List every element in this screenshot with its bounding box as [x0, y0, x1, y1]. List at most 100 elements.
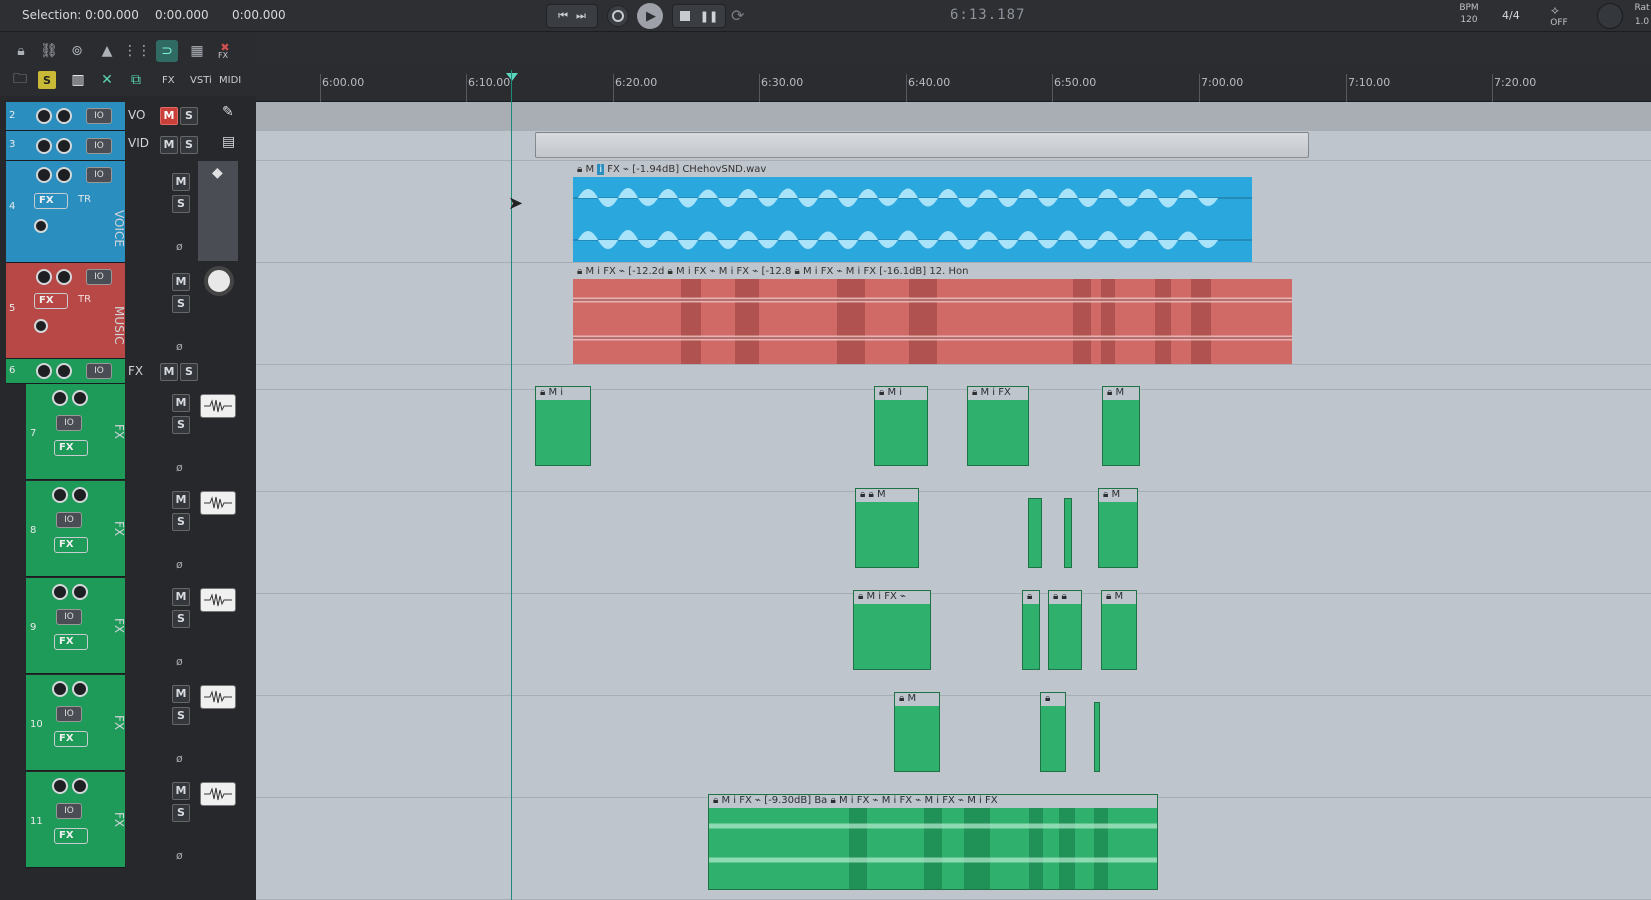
io-button[interactable]: IO [56, 803, 82, 819]
io-button[interactable]: IO [86, 138, 112, 154]
mute-button[interactable]: M [172, 491, 190, 509]
track-10[interactable]: 10 IO FX [26, 675, 125, 771]
solo-button[interactable]: S [180, 363, 198, 381]
fx9-clip[interactable]: 🔒︎ [1022, 590, 1040, 670]
volume-knob[interactable] [56, 363, 72, 379]
link-icon[interactable]: ⛓︎ [38, 40, 60, 62]
mute-button[interactable]: M [172, 782, 190, 800]
fx8-clip[interactable] [1064, 498, 1072, 568]
snap-icon[interactable]: ⊃ [156, 40, 178, 62]
fx7-clip[interactable]: 🔒︎ M i [535, 386, 591, 466]
pan-knob[interactable] [34, 219, 48, 233]
clapper-icon[interactable]: ▤ [222, 134, 235, 150]
play-button[interactable]: ▶ [637, 3, 663, 29]
voice-clip[interactable]: 🔒︎ M i FX ⌁ [-1.94dB] CHehovSND.wav [573, 164, 1252, 262]
mute-button[interactable]: M [172, 173, 190, 191]
track-name[interactable]: MUSIC [112, 306, 126, 345]
speaker-icon[interactable] [204, 266, 234, 296]
fx9-clip[interactable]: 🔒︎ 🔒︎ [1048, 590, 1082, 670]
solo-button[interactable]: S [172, 610, 190, 628]
record-button[interactable] [607, 5, 629, 27]
phase-button[interactable]: ø [176, 340, 183, 353]
fx8-clip[interactable]: 🔒︎ 🔒︎ M [855, 488, 919, 568]
volume-knob[interactable] [72, 681, 88, 697]
fx-button[interactable]: FX [34, 293, 68, 309]
track-name[interactable]: VID [128, 136, 149, 150]
phase-button[interactable]: ø [176, 558, 183, 571]
record-arm-knob[interactable] [52, 487, 68, 503]
record-arm-knob[interactable] [36, 167, 52, 183]
mute-button[interactable]: M [172, 588, 190, 606]
track-4[interactable]: 4 IO FX TR [6, 161, 125, 263]
master-volume-knob[interactable] [1597, 3, 1623, 29]
grid-icon[interactable]: ⋮⋮ [123, 40, 151, 62]
solo-button[interactable]: S [172, 295, 190, 313]
waveform-icon[interactable] [200, 491, 236, 515]
mute-button[interactable]: M [160, 107, 178, 125]
record-arm-knob[interactable] [52, 778, 68, 794]
fx-button[interactable]: FX [54, 537, 88, 553]
pan-knob[interactable] [34, 319, 48, 333]
skip-to-start-icon[interactable]: ⏮ [558, 9, 568, 23]
repeat-icon[interactable]: ⟳ [731, 6, 744, 25]
io-button[interactable]: IO [86, 108, 112, 124]
track-name[interactable]: VOICE [112, 210, 126, 247]
volume-knob[interactable] [56, 138, 72, 154]
track-name[interactable]: FX [112, 618, 126, 633]
record-arm-knob[interactable] [52, 584, 68, 600]
io-button[interactable]: IO [56, 706, 82, 722]
track-2[interactable]: 2 IO [6, 102, 125, 131]
io-button[interactable]: IO [86, 167, 112, 183]
io-button[interactable]: IO [86, 363, 112, 379]
mixer-icon[interactable]: ▥ [67, 69, 89, 91]
time-signature[interactable]: 4/4 [1502, 9, 1520, 22]
record-mode-panel[interactable]: ◆ [198, 161, 238, 261]
playhead-marker[interactable] [506, 73, 518, 81]
fx-button[interactable]: FX [54, 828, 88, 844]
fx-browser-label[interactable]: FX [162, 75, 175, 86]
metronome-icon[interactable]: ▲ [96, 40, 118, 62]
waveform-icon[interactable] [200, 588, 236, 612]
fx10-clip[interactable] [1094, 702, 1100, 772]
track-7[interactable]: 7 IO FX [26, 384, 125, 480]
track-name[interactable]: FX [112, 424, 126, 439]
volume-knob[interactable] [56, 269, 72, 285]
trim-label[interactable]: TR [78, 194, 91, 205]
track-name[interactable]: FX [112, 812, 126, 827]
waveform-icon[interactable] [200, 685, 236, 709]
track-5[interactable]: 5 IO FX TR [6, 263, 125, 359]
track-3[interactable]: 3 IO [6, 131, 125, 161]
waveform-icon[interactable] [200, 782, 236, 806]
waveform-icon[interactable] [200, 394, 236, 418]
folder-icon[interactable]: 🗀 [9, 69, 31, 91]
volume-knob[interactable] [72, 487, 88, 503]
track-name[interactable]: FX [128, 364, 143, 378]
track-8[interactable]: 8 IO FX [26, 481, 125, 577]
volume-knob[interactable] [72, 778, 88, 794]
arrange-view[interactable]: 🔒︎ M i FX ⌁ [-1.94dB] CHehovSND.wav 🔒︎ M… [256, 102, 1651, 900]
record-arm-knob[interactable] [36, 138, 52, 154]
solo-button[interactable]: S [172, 195, 190, 213]
solo-toggle[interactable]: S [38, 71, 56, 89]
record-arm-icon[interactable]: ⊚ [66, 40, 88, 62]
music-clip-group[interactable]: 🔒︎ M i FX ⌁ [-12.2d 🔒︎ M i FX ⌁ M i FX ⌁… [573, 266, 1292, 364]
vsti-label[interactable]: VSTi [190, 75, 212, 86]
io-button[interactable]: IO [56, 609, 82, 625]
solo-button[interactable]: S [180, 136, 198, 154]
io-button[interactable]: IO [56, 415, 82, 431]
fx10-clip[interactable]: 🔒︎ M [894, 692, 940, 772]
record-arm-knob[interactable] [36, 363, 52, 379]
fx9-clip[interactable]: 🔒︎ M [1101, 590, 1137, 670]
ripple-icon[interactable]: ⧉ [125, 69, 147, 91]
fx10-clip[interactable]: 🔒︎ [1040, 692, 1066, 772]
io-button[interactable]: IO [86, 269, 112, 285]
fx7-clip[interactable]: 🔒︎ M i [874, 386, 928, 466]
automation-mode-icon[interactable]: ⟡ [1551, 3, 1559, 18]
phase-button[interactable]: ø [176, 461, 183, 474]
phase-button[interactable]: ø [176, 240, 183, 253]
record-arm-knob[interactable] [52, 390, 68, 406]
fx11-clip[interactable]: 🔒︎ M i FX ⌁ [-9.30dB] Ba 🔒︎ M i FX ⌁ M i… [708, 794, 1158, 890]
envelope-icon[interactable]: ✕ [96, 69, 118, 91]
phase-button[interactable]: ø [176, 752, 183, 765]
track-11[interactable]: 11 IO FX [26, 772, 125, 868]
